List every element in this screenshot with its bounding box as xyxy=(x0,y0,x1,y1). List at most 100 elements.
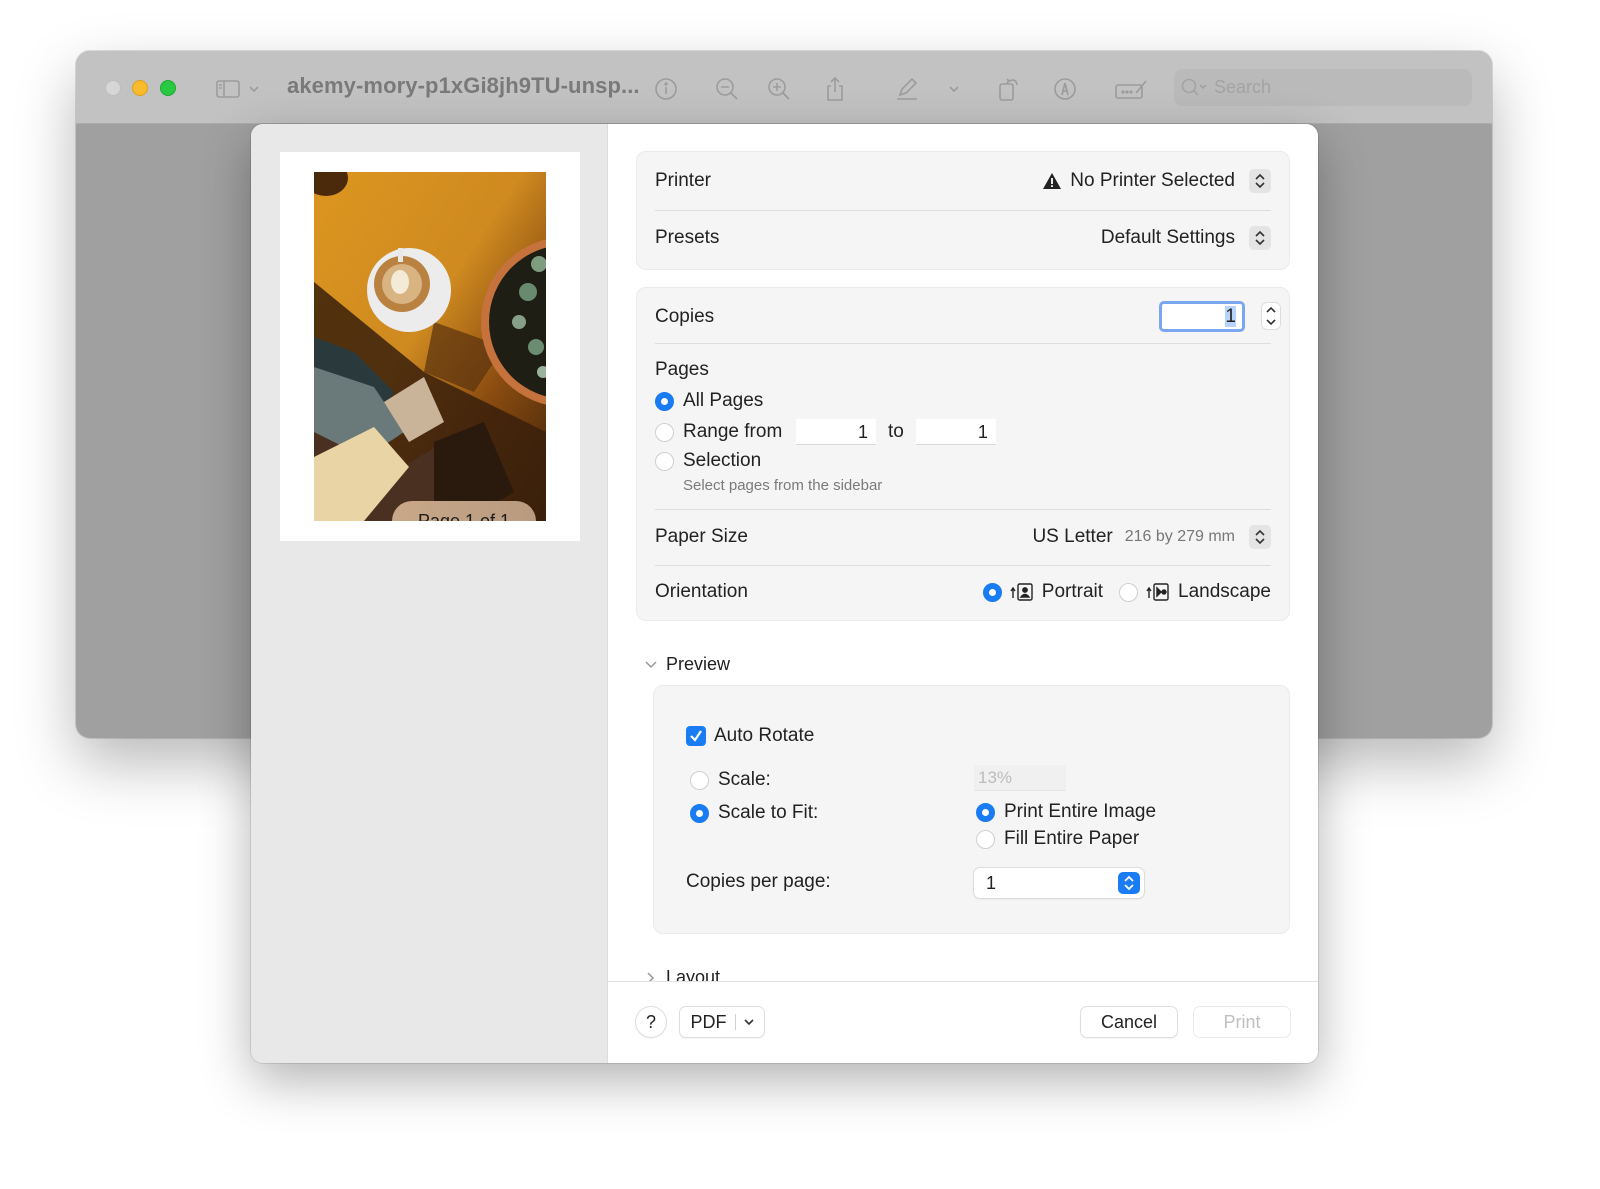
pdf-label: PDF xyxy=(690,1011,727,1032)
form-fill-icon[interactable] xyxy=(1113,75,1149,103)
paper-size-value: US Letter xyxy=(1032,526,1113,547)
minimize-window-button[interactable] xyxy=(132,80,148,96)
scale-option[interactable]: Scale: xyxy=(690,768,771,792)
selection-option[interactable]: Selection xyxy=(655,449,1271,473)
selection-radio[interactable] xyxy=(655,451,674,471)
copies-per-page-value: 1 xyxy=(986,873,997,893)
zoom-out-icon[interactable] xyxy=(713,75,741,103)
scale-to-fit-label: Scale to Fit: xyxy=(718,802,819,823)
up-down-chevron-icon xyxy=(1249,525,1271,549)
chevron-right-icon xyxy=(647,971,655,981)
scale-to-fit-radio[interactable] xyxy=(690,803,709,823)
selection-label: Selection xyxy=(683,450,762,471)
all-pages-option[interactable]: All Pages xyxy=(655,389,1271,413)
fill-entire-paper-radio[interactable] xyxy=(976,829,995,849)
search-field[interactable]: Search xyxy=(1174,69,1472,106)
close-window-button[interactable] xyxy=(105,80,121,96)
paper-size-popup[interactable]: US Letter 216 by 279 mm xyxy=(1032,525,1271,549)
rotate-icon[interactable] xyxy=(995,75,1023,103)
chevron-down-icon xyxy=(645,660,657,668)
paper-size-label: Paper Size xyxy=(655,526,748,547)
window-toolbar: akemy-mory-p1xGi8jh9TU-unsp... Search xyxy=(76,51,1492,124)
scale-percent-input: 13% xyxy=(974,765,1066,791)
auto-rotate-checkbox[interactable] xyxy=(686,726,706,746)
markup-icon[interactable] xyxy=(1051,75,1079,103)
copies-per-page-label: Copies per page: xyxy=(686,871,831,892)
print-entire-image-option[interactable]: Print Entire Image xyxy=(976,800,1156,824)
stepper-arrows-icon xyxy=(1266,306,1276,326)
separator xyxy=(734,1014,736,1030)
preview-section-toggle[interactable]: Preview xyxy=(644,654,730,675)
copies-per-page-row: Copies per page: xyxy=(686,870,831,894)
divider xyxy=(655,343,1271,344)
copies-stepper[interactable] xyxy=(1261,302,1281,330)
auto-rotate-label: Auto Rotate xyxy=(714,725,815,746)
photo-illustration xyxy=(314,172,546,521)
portrait-option[interactable]: Portrait xyxy=(982,581,1104,603)
range-to-label: to xyxy=(888,421,904,442)
fill-entire-paper-option[interactable]: Fill Entire Paper xyxy=(976,827,1139,851)
divider xyxy=(655,210,1271,211)
scale-radio[interactable] xyxy=(690,770,709,790)
search-icon xyxy=(1181,78,1207,96)
all-pages-label: All Pages xyxy=(683,390,764,411)
up-down-chevron-icon xyxy=(1118,872,1140,894)
print-preview-sidebar: Page 1 of 1 xyxy=(251,124,608,1063)
scale-to-fit-option[interactable]: Scale to Fit: xyxy=(690,801,818,825)
zoom-window-button[interactable] xyxy=(160,80,176,96)
preview-section-title: Preview xyxy=(666,654,731,674)
paper-size-row: Paper Size US Letter 216 by 279 mm xyxy=(655,524,1271,550)
preview-image: Page 1 of 1 xyxy=(314,172,546,521)
auto-rotate-option[interactable]: Auto Rotate xyxy=(686,724,1271,748)
copies-input[interactable]: 1 xyxy=(1159,301,1245,332)
range-from-input[interactable]: 1 xyxy=(796,419,876,445)
range-to-input[interactable]: 1 xyxy=(915,419,996,445)
zoom-in-icon[interactable] xyxy=(765,75,793,103)
info-icon[interactable] xyxy=(652,75,680,103)
layout-section-title: Layout xyxy=(666,967,721,981)
copies-value: 1 xyxy=(1225,306,1236,327)
dialog-footer: ? PDF Cancel Print xyxy=(608,981,1318,1063)
settings-scroll-area[interactable]: Printer No Printer Selected Presets Defa… xyxy=(608,124,1318,981)
printer-popup[interactable]: No Printer Selected xyxy=(1042,169,1271,193)
print-entire-image-radio[interactable] xyxy=(976,802,995,822)
portrait-icon xyxy=(1010,583,1033,601)
range-option: Range from 1 to 1 xyxy=(655,418,1271,446)
page-thumbnail[interactable]: Page 1 of 1 xyxy=(280,152,580,541)
range-radio[interactable] xyxy=(655,422,674,442)
orientation-row: Orientation Portrait Landscape xyxy=(655,579,1271,605)
copies-per-page-select[interactable]: 1 xyxy=(974,868,1144,898)
print-button[interactable]: Print xyxy=(1194,1007,1290,1037)
chevron-down-icon[interactable] xyxy=(946,75,962,103)
sidebar-icon[interactable] xyxy=(214,75,242,103)
landscape-radio[interactable] xyxy=(1119,582,1139,602)
page-indicator: Page 1 of 1 xyxy=(392,501,536,521)
print-settings-panel: Printer No Printer Selected Presets Defa… xyxy=(608,124,1318,1063)
all-pages-radio[interactable] xyxy=(655,391,674,411)
presets-popup[interactable]: Default Settings xyxy=(1101,226,1271,250)
up-down-chevron-icon xyxy=(1249,169,1271,193)
document-title: akemy-mory-p1xGi8jh9TU-unsp... xyxy=(287,73,640,98)
portrait-radio[interactable] xyxy=(982,582,1002,602)
portrait-label: Portrait xyxy=(1041,581,1104,602)
highlight-pen-icon[interactable] xyxy=(893,75,921,103)
search-placeholder: Search xyxy=(1214,77,1272,97)
copies-pages-group: Copies 1 Pages All Pages Range from 1 to… xyxy=(636,287,1290,621)
orientation-label: Orientation xyxy=(655,581,748,602)
chevron-down-icon[interactable] xyxy=(246,75,262,103)
share-icon[interactable] xyxy=(821,75,849,103)
presets-label: Presets xyxy=(655,227,720,248)
presets-row: Presets Default Settings xyxy=(655,225,1271,251)
pdf-menu-button[interactable]: PDF xyxy=(680,1007,764,1037)
help-button[interactable]: ? xyxy=(636,1007,666,1037)
layout-section-toggle[interactable]: Layout xyxy=(644,967,720,981)
print-entire-image-label: Print Entire Image xyxy=(1004,801,1157,822)
selection-hint: Select pages from the sidebar xyxy=(683,476,883,494)
printer-value: No Printer Selected xyxy=(1070,170,1235,191)
landscape-option[interactable]: Landscape xyxy=(1119,581,1271,603)
printer-label: Printer xyxy=(655,170,711,191)
fill-entire-paper-label: Fill Entire Paper xyxy=(1004,828,1140,849)
landscape-icon xyxy=(1146,583,1169,601)
cancel-button[interactable]: Cancel xyxy=(1081,1007,1177,1037)
range-from-label: Range from xyxy=(683,421,783,442)
